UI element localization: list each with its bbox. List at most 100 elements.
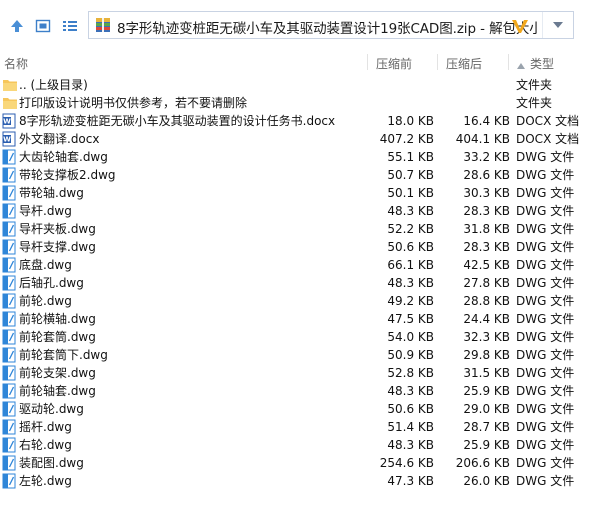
column-original-size[interactable]: 压缩后 [446,55,482,72]
list-item[interactable]: 后轴孔.dwg 48.3 KB 27.8 KB DWG 文件 [0,274,616,292]
file-type: DWG 文件 [516,402,575,416]
dwg-file-icon [2,401,16,417]
list-item[interactable]: .. (上级目录) 文件夹 [0,76,616,94]
dwg-file-icon [2,203,16,219]
address-bar[interactable]: 8字形轨迹变桩距无碳小车及其驱动装置设计19张CAD图.zip - 解包大小为 … [88,11,574,39]
file-type: DWG 文件 [516,204,575,218]
column-name[interactable]: 名称 [4,55,28,72]
column-divider[interactable] [367,54,368,70]
zip-archive-icon [95,17,111,33]
file-name: 前轮.dwg [19,294,72,308]
file-name: 后轴孔.dwg [19,276,84,290]
file-name: 打印版设计说明书仅供参考，若不要请删除 [19,96,248,110]
original-size: 42.5 KB [463,258,510,272]
list-item[interactable]: W 外文翻译.docx 407.2 KB 404.1 KB DOCX 文档 [0,130,616,148]
file-name: 右轮.dwg [19,438,72,452]
list-item[interactable]: 前轮套筒下.dwg 50.9 KB 29.8 KB DWG 文件 [0,346,616,364]
file-type: DWG 文件 [516,294,575,308]
original-size: 33.2 KB [463,150,510,164]
list-item[interactable]: 前轮支架.dwg 52.8 KB 31.5 KB DWG 文件 [0,364,616,382]
file-type: DWG 文件 [516,456,575,470]
dwg-file-icon [2,257,16,273]
original-size: 29.8 KB [463,348,510,362]
list-item[interactable]: 左轮.dwg 47.3 KB 26.0 KB DWG 文件 [0,472,616,490]
panel-view-icon[interactable] [33,16,53,36]
svg-text:W: W [3,118,11,126]
column-compressed-size[interactable]: 压缩前 [376,55,412,72]
file-name: 导杆支撑.dwg [19,240,96,254]
original-size: 28.6 KB [463,168,510,182]
list-item[interactable]: 驱动轮.dwg 50.6 KB 29.0 KB DWG 文件 [0,400,616,418]
file-name: 外文翻译.docx [19,132,100,146]
list-item[interactable]: 前轮轴套.dwg 48.3 KB 25.9 KB DWG 文件 [0,382,616,400]
column-header: 名称 压缩前 压缩后 类型 [0,52,616,72]
list-item[interactable]: 带轮支撑板2.dwg 50.7 KB 28.6 KB DWG 文件 [0,166,616,184]
file-type: DWG 文件 [516,240,575,254]
original-size: 29.0 KB [463,402,510,416]
list-item[interactable]: 导杆支撑.dwg 50.6 KB 28.3 KB DWG 文件 [0,238,616,256]
list-item[interactable]: 导杆夹板.dwg 52.2 KB 31.8 KB DWG 文件 [0,220,616,238]
list-item[interactable]: 前轮横轴.dwg 47.5 KB 24.4 KB DWG 文件 [0,310,616,328]
list-item[interactable]: 右轮.dwg 48.3 KB 25.9 KB DWG 文件 [0,436,616,454]
file-name: 前轮支架.dwg [19,366,96,380]
vip-badge-icon [511,18,529,34]
address-dropdown[interactable] [542,12,573,38]
file-name: 大齿轮轴套.dwg [19,150,108,164]
dwg-file-icon [2,455,16,471]
list-item[interactable]: 带轮轴.dwg 50.1 KB 30.3 KB DWG 文件 [0,184,616,202]
list-item[interactable]: W 8字形轨迹变桩距无碳小车及其驱动装置的设计任务书.docx 18.0 KB … [0,112,616,130]
original-size: 30.3 KB [463,186,510,200]
list-item[interactable]: 装配图.dwg 254.6 KB 206.6 KB DWG 文件 [0,454,616,472]
folder-icon [2,95,17,111]
dwg-file-icon [2,275,16,291]
file-name: 前轮套筒.dwg [19,330,96,344]
toolbar: 8字形轨迹变桩距无碳小车及其驱动装置设计19张CAD图.zip - 解包大小为 … [0,0,616,50]
compressed-size: 50.6 KB [387,402,434,416]
original-size: 26.0 KB [463,474,510,488]
list-item[interactable]: 导杆.dwg 48.3 KB 28.3 KB DWG 文件 [0,202,616,220]
list-item[interactable]: 前轮套筒.dwg 54.0 KB 32.3 KB DWG 文件 [0,328,616,346]
file-name: 8字形轨迹变桩距无碳小车及其驱动装置的设计任务书.docx [19,114,336,128]
file-name: .. (上级目录) [19,78,88,92]
dwg-file-icon [2,239,16,255]
file-type: 文件夹 [516,96,553,110]
compressed-size: 50.1 KB [387,186,434,200]
compressed-size: 18.0 KB [387,114,434,128]
dwg-file-icon [2,311,16,327]
sort-ascending-icon [517,58,525,72]
file-name: 导杆夹板.dwg [19,222,96,236]
original-size: 28.8 KB [463,294,510,308]
file-name: 导杆.dwg [19,204,72,218]
list-view-icon[interactable] [60,16,80,36]
file-name: 左轮.dwg [19,474,72,488]
list-item[interactable]: 大齿轮轴套.dwg 55.1 KB 33.2 KB DWG 文件 [0,148,616,166]
dwg-file-icon [2,149,16,165]
file-type: DOCX 文档 [516,132,580,146]
file-type: DOCX 文档 [516,114,580,128]
file-list: .. (上级目录) 文件夹 打印版设计说明书仅供参考，若不要请删除 文件夹 W … [0,76,616,490]
list-item[interactable]: 底盘.dwg 66.1 KB 42.5 KB DWG 文件 [0,256,616,274]
dwg-file-icon [2,419,16,435]
word-document-icon: W [2,131,16,147]
list-item[interactable]: 摇杆.dwg 51.4 KB 28.7 KB DWG 文件 [0,418,616,436]
dwg-file-icon [2,437,16,453]
file-name: 带轮轴.dwg [19,186,84,200]
original-size: 31.5 KB [463,366,510,380]
list-item[interactable]: 打印版设计说明书仅供参考，若不要请删除 文件夹 [0,94,616,112]
compressed-size: 66.1 KB [387,258,434,272]
column-divider[interactable] [437,54,438,70]
dwg-file-icon [2,347,16,363]
file-type: DWG 文件 [516,312,575,326]
compressed-size: 407.2 KB [379,132,434,146]
column-type[interactable]: 类型 [530,55,554,72]
file-type: DWG 文件 [516,276,575,290]
file-type: DWG 文件 [516,150,575,164]
word-document-icon: W [2,113,16,129]
original-size: 404.1 KB [455,132,510,146]
file-name: 底盘.dwg [19,258,72,272]
column-divider[interactable] [508,54,509,70]
file-type: DWG 文件 [516,384,575,398]
up-arrow-icon[interactable] [7,16,27,36]
list-item[interactable]: 前轮.dwg 49.2 KB 28.8 KB DWG 文件 [0,292,616,310]
file-name: 驱动轮.dwg [19,402,84,416]
